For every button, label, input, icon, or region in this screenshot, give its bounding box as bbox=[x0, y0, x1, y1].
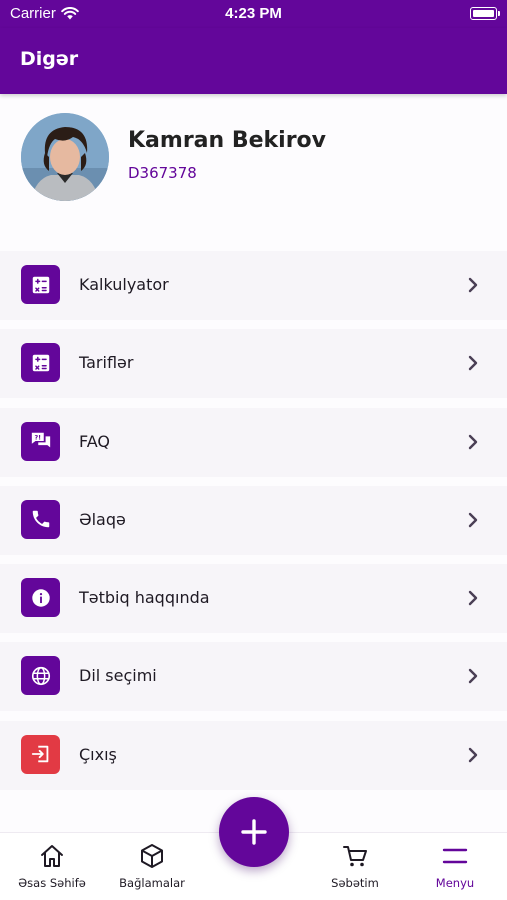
menu-item-label: Tətbiq haqqında bbox=[79, 588, 210, 608]
menu-item-logout[interactable]: Çıxış bbox=[0, 720, 507, 790]
tab-cart[interactable]: Səbətim bbox=[305, 833, 405, 900]
info-icon bbox=[21, 578, 60, 618]
chevron-right-icon bbox=[468, 277, 478, 293]
menu-item-label: Çıxış bbox=[79, 744, 117, 764]
avatar[interactable] bbox=[21, 113, 109, 201]
menu-item-label: Dil seçimi bbox=[79, 666, 157, 686]
app-header: Digər bbox=[0, 28, 507, 94]
cart-icon bbox=[343, 846, 367, 867]
menu-item-about[interactable]: Tətbiq haqqında bbox=[0, 564, 507, 634]
menu-item-contact[interactable]: Əlaqə bbox=[0, 485, 507, 555]
tab-menu[interactable]: Menyu bbox=[405, 833, 505, 900]
battery-icon bbox=[470, 7, 500, 20]
chevron-right-icon bbox=[468, 590, 478, 606]
calculator-icon bbox=[21, 265, 60, 304]
logout-icon bbox=[21, 734, 60, 774]
tab-home[interactable]: Əsas Səhifə bbox=[2, 833, 102, 900]
menu-item-faq[interactable]: ?! FAQ bbox=[0, 407, 507, 477]
tab-label: Menyu bbox=[435, 876, 475, 890]
tab-label: Bağlamalar bbox=[119, 876, 185, 890]
profile-name: Kamran Bekirov bbox=[128, 128, 326, 153]
menu-item-label: Kalkulyator bbox=[79, 275, 169, 294]
menu-list: Kalkulyator Tariflər ?! FAQ Əlaqə Tətbiq… bbox=[0, 251, 507, 799]
menu-item-label: Tariflər bbox=[79, 353, 134, 373]
plus-icon bbox=[241, 819, 267, 845]
faq-icon: ?! bbox=[21, 421, 60, 461]
globe-icon bbox=[21, 656, 60, 696]
chevron-right-icon bbox=[468, 434, 478, 449]
home-icon bbox=[41, 845, 63, 867]
status-time: 4:23 PM bbox=[225, 5, 282, 22]
chevron-right-icon bbox=[468, 747, 478, 762]
tab-label: Əsas Səhifə bbox=[18, 876, 86, 890]
page-title: Digər bbox=[20, 48, 79, 70]
menu-icon bbox=[442, 848, 468, 864]
menu-item-label: FAQ bbox=[79, 431, 110, 451]
profile-code: D367378 bbox=[128, 164, 197, 182]
chevron-right-icon bbox=[468, 512, 478, 528]
menu-item-calculator[interactable]: Kalkulyator bbox=[0, 251, 507, 320]
phone-icon bbox=[21, 499, 60, 539]
profile-section[interactable]: Kamran Bekirov D367378 bbox=[0, 94, 507, 244]
menu-item-label: Əlaqə bbox=[79, 509, 126, 529]
calculator-icon bbox=[21, 343, 60, 383]
svg-text:?!: ?! bbox=[34, 434, 41, 442]
add-button[interactable] bbox=[219, 797, 289, 867]
status-bar: Carrier 4:23 PM bbox=[0, 0, 507, 28]
chevron-right-icon bbox=[468, 669, 478, 684]
tab-label: Səbətim bbox=[331, 876, 379, 890]
tab-packages[interactable]: Bağlamalar bbox=[102, 833, 202, 900]
avatar-image bbox=[21, 113, 109, 201]
chevron-right-icon bbox=[468, 356, 478, 371]
package-icon bbox=[141, 844, 163, 868]
menu-item-language[interactable]: Dil seçimi bbox=[0, 642, 507, 712]
menu-item-tariffs[interactable]: Tariflər bbox=[0, 329, 507, 399]
